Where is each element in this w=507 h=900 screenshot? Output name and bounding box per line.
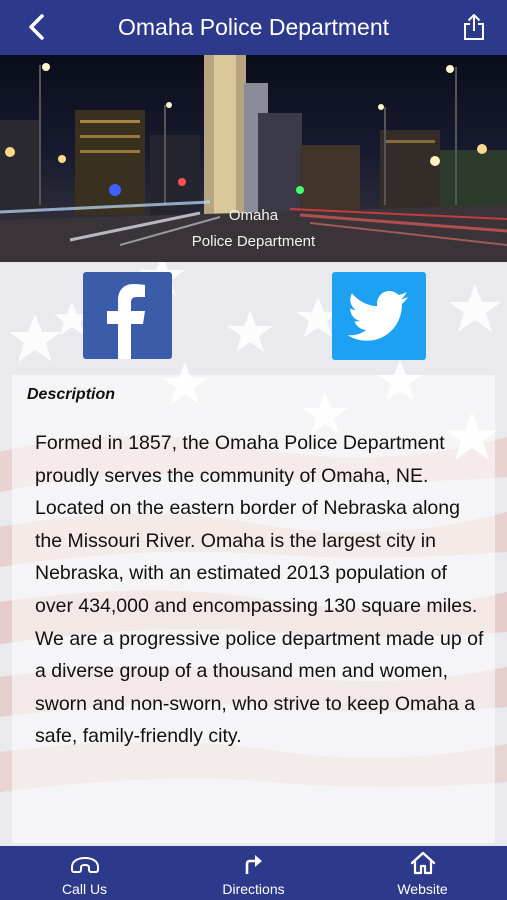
twitter-icon <box>347 291 408 341</box>
facebook-button[interactable] <box>83 272 172 359</box>
tab-website[interactable]: Website <box>338 846 507 900</box>
share-icon[interactable] <box>461 12 487 42</box>
page-title: Omaha Police Department <box>117 14 389 40</box>
phone-icon <box>70 857 99 873</box>
description-text: Formed in 1857, the Omaha Police Departm… <box>35 432 484 748</box>
chevron-left-icon[interactable] <box>22 12 52 42</box>
bottom-tab-bar: Call Us Directions Website <box>0 846 507 900</box>
description-heading: Description <box>27 386 116 403</box>
tab-call-us[interactable]: Call Us <box>0 846 169 900</box>
tab-label-call-us: Call Us <box>61 881 108 897</box>
twitter-button[interactable] <box>332 272 426 360</box>
tab-label-directions: Directions <box>222 881 285 897</box>
directions-arrow-icon <box>245 855 262 874</box>
navigation-bar: Omaha Police Department <box>0 0 507 55</box>
home-icon <box>410 851 435 875</box>
facebook-icon <box>107 284 145 359</box>
hero-caption: Omaha Police Department <box>0 203 507 255</box>
tab-label-website: Website <box>397 881 448 897</box>
description-card: Description Formed in 1857, the Omaha Po… <box>12 375 495 843</box>
hero-caption-line-2: Police Department <box>191 233 316 250</box>
hero-image: Omaha Police Department <box>0 55 507 262</box>
tab-directions[interactable]: Directions <box>169 846 338 900</box>
hero-caption-line-1: Omaha <box>228 207 279 224</box>
